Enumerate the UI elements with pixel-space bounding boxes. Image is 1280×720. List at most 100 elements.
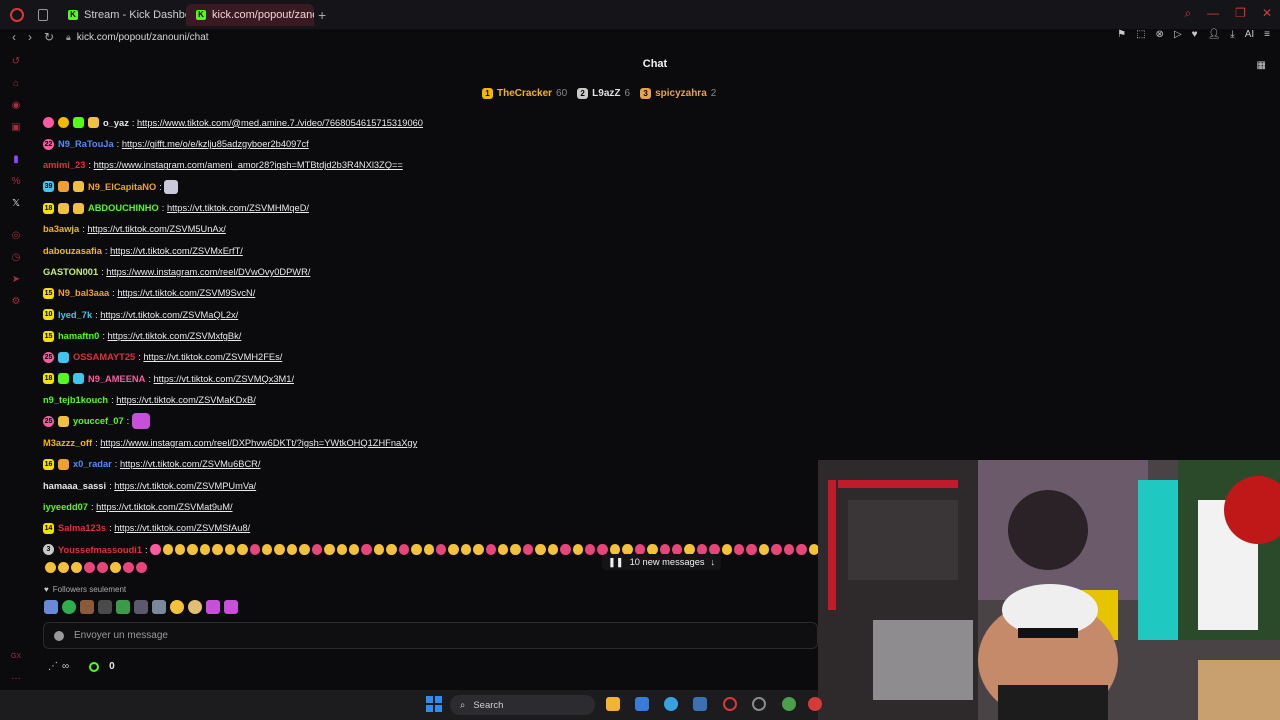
close-icon[interactable]: ✕ — [1262, 6, 1272, 21]
leaderboard-entry[interactable]: 3 spicyzahra 2 — [640, 87, 716, 99]
chrome-icon[interactable] — [782, 697, 796, 711]
chat-username[interactable]: N9_ElCapitaNO — [88, 182, 156, 192]
news-icon[interactable]: ▣ — [10, 122, 22, 134]
player-icon[interactable]: ▷ — [1174, 29, 1182, 40]
chat-username[interactable]: lyed_7k — [58, 310, 92, 320]
maximize-icon[interactable]: ❐ — [1235, 6, 1246, 21]
windows-start-icon[interactable] — [426, 696, 442, 712]
chat-message-link[interactable]: https://vt.tiktok.com/ZSVM5UnAx/ — [87, 224, 225, 234]
chat-message-link[interactable]: https://www.tiktok.com/@med.amine.7./vid… — [137, 118, 423, 128]
chat-username[interactable]: youccef_07 — [73, 416, 124, 426]
emote-icon[interactable] — [116, 600, 130, 614]
chat-username[interactable]: amimi_23 — [43, 160, 85, 170]
history-icon[interactable]: ↺ — [10, 56, 22, 68]
obs-icon[interactable] — [752, 697, 766, 711]
account-icon[interactable]: 👤︎ — [1208, 29, 1221, 40]
chat-message-link[interactable]: https://vt.tiktok.com/ZSVMaQL2x/ — [100, 310, 238, 320]
chat-message-link[interactable]: https://vt.tiktok.com/ZSVMQx3M1/ — [154, 374, 295, 384]
player-side-icon[interactable]: ◎ — [10, 230, 22, 242]
chat-message-link[interactable]: https://vt.tiktok.com/ZSVMxfgBk/ — [108, 331, 242, 341]
chat-username[interactable]: ba3awja — [43, 224, 79, 234]
chat-message-link[interactable]: https://vt.tiktok.com/ZSVMat9uM/ — [96, 502, 232, 512]
bookmark-icon[interactable]: ⚑ — [1117, 29, 1126, 40]
reload-icon[interactable]: ↻ — [44, 30, 58, 44]
chat-username[interactable]: hamaaa_sassi — [43, 481, 106, 491]
copilot-icon[interactable] — [664, 697, 678, 711]
snapshot-icon[interactable]: ⬚ — [1136, 29, 1145, 40]
chat-message-link[interactable]: https://vt.tiktok.com/ZSVMSfAu8/ — [114, 523, 250, 533]
shop-icon[interactable]: ⌂ — [10, 78, 22, 90]
chat-username[interactable]: dabouzasafia — [43, 246, 102, 256]
discord-icon[interactable]: % — [10, 176, 22, 188]
file-explorer-icon[interactable] — [606, 697, 620, 711]
messenger-icon[interactable]: ◉ — [10, 100, 22, 112]
emote-icon[interactable] — [188, 600, 202, 614]
chat-settings-icon[interactable]: ▦ — [1257, 60, 1266, 71]
chat-username[interactable]: ABDOUCHINHO — [88, 203, 159, 213]
emote-icon[interactable] — [134, 600, 148, 614]
chat-message-link[interactable]: https://vt.tiktok.com/ZSVM9SvcN/ — [117, 288, 255, 298]
whatsapp-emote-icon[interactable] — [62, 600, 76, 614]
chat-username[interactable]: iyyeedd07 — [43, 502, 88, 512]
chat-message-link[interactable]: https://gifft.me/o/e/kzlju85adzgyboer2b4… — [122, 139, 309, 149]
chat-message-link[interactable]: https://vt.tiktok.com/ZSVMHMqeD/ — [167, 203, 309, 213]
chat-message-link[interactable]: https://vt.tiktok.com/ZSVMPUmVa/ — [114, 481, 256, 491]
n9-emote-icon[interactable] — [206, 600, 220, 614]
search-tabs-icon[interactable]: ⌕ — [1184, 6, 1191, 21]
heart-icon[interactable]: ♥ — [1192, 29, 1198, 40]
new-messages-button[interactable]: ❚❚ 10 new messages ↓ — [602, 554, 722, 570]
send-icon[interactable]: ➤ — [10, 274, 22, 286]
emote-icon[interactable] — [80, 600, 94, 614]
aria-ai-icon[interactable]: AI — [1245, 29, 1254, 40]
forward-icon[interactable]: › — [28, 30, 42, 44]
emote-picker-icon[interactable] — [54, 630, 64, 641]
taskbar-search[interactable]: ⌕ Search — [450, 695, 595, 715]
chat-message-input[interactable] — [74, 630, 774, 641]
chat-username[interactable]: o_yaz — [103, 118, 129, 128]
chat-username[interactable]: N9_bal3aaa — [58, 288, 109, 298]
emote-icon[interactable] — [44, 600, 58, 614]
settings-icon[interactable]: ⚙ — [10, 296, 22, 308]
emote-icon[interactable] — [170, 600, 184, 614]
n9-emote-icon[interactable] — [224, 600, 238, 614]
calculator-icon[interactable] — [693, 697, 707, 711]
new-tab-button[interactable]: + — [318, 7, 326, 23]
store-icon[interactable] — [635, 697, 649, 711]
chat-username[interactable]: N9_AMEENA — [88, 374, 145, 384]
emote-icon[interactable] — [98, 600, 112, 614]
chat-message-link[interactable]: https://vt.tiktok.com/ZSVMu6BCR/ — [120, 459, 261, 469]
chat-message-link[interactable]: https://vt.tiktok.com/ZSVMaKDxB/ — [116, 395, 256, 405]
leaderboard-entry[interactable]: 2 L9azZ 6 — [577, 87, 630, 99]
tab-manager-icon[interactable] — [38, 8, 48, 21]
vpn-icon[interactable]: ⊗ — [1156, 29, 1164, 40]
chat-username[interactable]: Youssefmassoudi1 — [58, 545, 142, 555]
menu-icon[interactable]: ≡ — [1264, 29, 1270, 40]
extensions-icon[interactable]: GX — [10, 651, 22, 663]
chat-message-link[interactable]: https://vt.tiktok.com/ZSVMxErfT/ — [110, 246, 243, 256]
chat-message-link[interactable]: https://www.instagram.com/reel/DXPhvw6DK… — [100, 438, 417, 448]
tab-kick-dashboard[interactable]: K Stream - Kick Dashboard — [58, 4, 186, 26]
app-icon[interactable] — [808, 697, 822, 711]
x-icon[interactable]: 𝕏 — [10, 198, 22, 210]
chat-username[interactable]: OSSAMAYT25 — [73, 352, 135, 362]
chat-username[interactable]: Salma123s — [58, 523, 106, 533]
chat-username[interactable]: n9_tejb1kouch — [43, 395, 108, 405]
chat-message-link[interactable]: https://www.instagram.com/ameni_amor28?i… — [94, 160, 403, 170]
opera-gx-icon[interactable] — [723, 697, 737, 711]
chat-message-link[interactable]: https://www.instagram.com/reel/DVwOvy0DP… — [106, 267, 310, 277]
channel-points-icon[interactable] — [89, 661, 100, 672]
leaderboard-entry[interactable]: 1 TheCracker 60 — [482, 87, 567, 99]
minimize-icon[interactable]: — — [1207, 6, 1219, 21]
chat-username[interactable]: M3azzz_off — [43, 438, 92, 448]
share-icon[interactable]: ⋰ — [48, 661, 58, 672]
opera-logo-icon[interactable] — [10, 7, 24, 22]
twitch-icon[interactable]: ▮ — [10, 154, 22, 166]
chat-message-link[interactable]: https://vt.tiktok.com/ZSVMH2FEs/ — [143, 352, 282, 362]
clock-icon[interactable]: ◷ — [10, 252, 22, 264]
url-field[interactable]: kick.com/popout/zanouni/chat — [77, 32, 209, 43]
chat-username[interactable]: x0_radar — [73, 459, 112, 469]
chat-username[interactable]: GASTON001 — [43, 267, 98, 277]
download-icon[interactable]: ⤓ — [1230, 29, 1234, 40]
more-icon[interactable]: … — [10, 671, 22, 683]
emote-icon[interactable] — [152, 600, 166, 614]
